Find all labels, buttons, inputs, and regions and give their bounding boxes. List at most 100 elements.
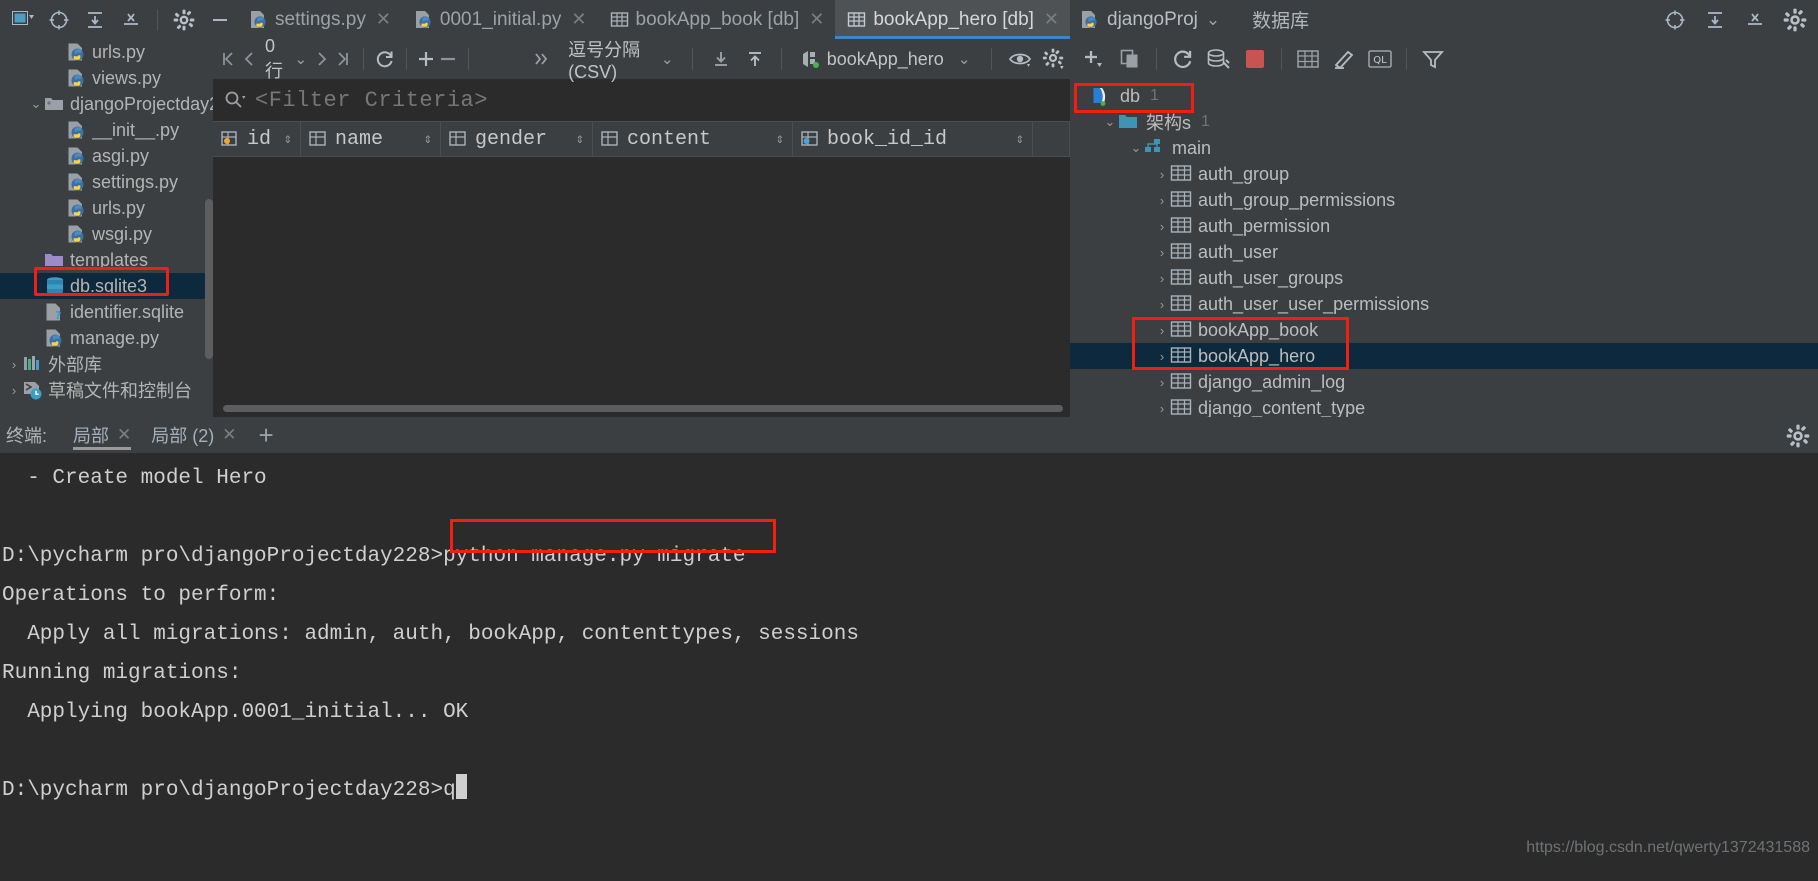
database-tree-item[interactable]: › auth_user_user_permissions	[1070, 291, 1818, 317]
sort-indicator-icon[interactable]: ⇕	[576, 131, 584, 148]
sort-indicator-icon[interactable]: ⇕	[776, 131, 784, 148]
refresh-icon[interactable]	[1167, 43, 1199, 75]
project-tree-item[interactable]: settings.py	[0, 169, 213, 195]
terminal-tab-local-2[interactable]: 局部 (2) ✕	[141, 417, 246, 453]
project-tree-item[interactable]: manage.py	[0, 325, 213, 351]
editor-tab-bookapp-book-db[interactable]: bookApp_book [db] ✕	[598, 0, 836, 39]
editor-tab-bookapp-hero-db[interactable]: bookApp_hero [db] ✕	[835, 0, 1071, 39]
close-icon[interactable]: ✕	[117, 425, 131, 445]
chevrons-right-icon[interactable]	[531, 44, 551, 74]
project-tree-item[interactable]: wsgi.py	[0, 221, 213, 247]
settings-gear-icon[interactable]	[167, 3, 201, 37]
project-tree-item[interactable]: ? identifier.sqlite	[0, 299, 213, 325]
project-tree-item[interactable]: › 草稿文件和控制台	[0, 377, 213, 403]
collapse-panel-icon[interactable]	[1738, 3, 1772, 37]
chevron-down-icon[interactable]: ⌄	[292, 50, 311, 68]
next-page-icon[interactable]	[312, 44, 332, 74]
search-everywhere-icon[interactable]	[1658, 3, 1692, 37]
datasource-label[interactable]: bookApp_hero	[824, 49, 947, 70]
settings-gear-icon[interactable]	[1778, 3, 1812, 37]
gear-icon[interactable]	[1042, 44, 1064, 74]
database-tree-item[interactable]: › auth_permission	[1070, 213, 1818, 239]
close-icon[interactable]: ✕	[222, 425, 236, 445]
close-icon[interactable]: ✕	[809, 9, 824, 30]
grid-column-header[interactable]: name ⇕	[301, 122, 441, 156]
terminal-tab-local[interactable]: 局部 ✕	[63, 417, 141, 453]
project-tree-item[interactable]: urls.py	[0, 195, 213, 221]
database-tree-item[interactable]: › auth_group	[1070, 161, 1818, 187]
terminal-settings-gear-icon[interactable]	[1786, 424, 1810, 453]
grid-column-header[interactable]: book_id_id ⇕	[793, 122, 1033, 156]
add-terminal-tab-icon[interactable]: +	[247, 420, 286, 451]
filter-icon[interactable]	[1417, 43, 1449, 75]
database-tree-item[interactable]: › django_admin_log	[1070, 369, 1818, 395]
project-tree-item[interactable]: urls.py	[0, 39, 213, 65]
close-icon[interactable]: ✕	[571, 9, 586, 30]
chevron-right-icon[interactable]: ›	[1154, 401, 1170, 416]
project-tree-item[interactable]: db.sqlite3	[0, 273, 213, 299]
run-configuration-selector[interactable]: djangoProj ⌄	[1070, 0, 1230, 39]
chevron-down-icon[interactable]: ⌄	[28, 96, 44, 112]
sort-indicator-icon[interactable]: ⇕	[1016, 131, 1024, 148]
last-page-icon[interactable]	[334, 44, 354, 74]
modify-icon[interactable]	[1328, 43, 1360, 75]
prev-page-icon[interactable]	[241, 44, 261, 74]
project-view-icon[interactable]	[6, 3, 40, 37]
expand-panel-icon[interactable]	[1698, 3, 1732, 37]
database-tree-item[interactable]: › bookApp_book	[1070, 317, 1818, 343]
download-icon[interactable]	[711, 44, 731, 74]
chevron-right-icon[interactable]: ›	[1154, 349, 1170, 364]
chevron-right-icon[interactable]: ›	[1154, 193, 1170, 208]
upload-icon[interactable]	[745, 44, 765, 74]
project-tree-item[interactable]: templates	[0, 247, 213, 273]
grid-column-header[interactable]: content ⇕	[593, 122, 793, 156]
expand-all-icon[interactable]	[78, 3, 112, 37]
grid-horizontal-scrollbar[interactable]	[223, 405, 1063, 412]
add-datasource-icon[interactable]	[1078, 43, 1110, 75]
editor-tab-0001-initial-py[interactable]: 0001_initial.py ✕	[402, 0, 598, 39]
chevron-down-icon[interactable]: ⌄	[955, 50, 974, 68]
first-page-icon[interactable]	[219, 44, 239, 74]
project-tree-item[interactable]: asgi.py	[0, 143, 213, 169]
database-tree-item[interactable]: › auth_group_permissions	[1070, 187, 1818, 213]
database-tree-item[interactable]: › auth_user_groups	[1070, 265, 1818, 291]
sort-indicator-icon[interactable]: ⇕	[424, 131, 432, 148]
chevron-right-icon[interactable]: ›	[1154, 375, 1170, 390]
data-grid-body[interactable]	[213, 157, 1070, 373]
chevron-right-icon[interactable]: ›	[1154, 167, 1170, 182]
chevron-right-icon[interactable]: ›	[1154, 245, 1170, 260]
chevron-down-icon[interactable]: ⌄	[1206, 10, 1220, 30]
close-icon[interactable]: ✕	[1044, 9, 1059, 30]
editor-tab-settings-py[interactable]: settings.py ✕	[237, 0, 402, 39]
collapse-all-icon[interactable]	[114, 3, 148, 37]
close-icon[interactable]: ✕	[376, 9, 391, 30]
query-console-icon[interactable]: QL	[1364, 43, 1396, 75]
chevron-down-icon[interactable]: ⌄	[1128, 140, 1144, 156]
chevron-right-icon[interactable]: ›	[1154, 323, 1170, 338]
export-format-label[interactable]: 逗号分隔(CSV)	[565, 36, 650, 83]
project-tree-item[interactable]: ⌄ djangoProjectday2	[0, 91, 213, 117]
add-row-icon[interactable]	[416, 44, 436, 74]
chevron-right-icon[interactable]: ›	[6, 383, 22, 398]
eye-icon[interactable]	[1008, 44, 1032, 74]
stop-icon[interactable]	[1239, 43, 1271, 75]
hide-panel-icon[interactable]	[203, 3, 237, 37]
database-tree-item[interactable]: ⌄ main	[1070, 135, 1818, 161]
project-vertical-scrollbar[interactable]	[205, 199, 213, 359]
table-editor-icon[interactable]	[1292, 43, 1324, 75]
chevron-right-icon[interactable]: ›	[1154, 297, 1170, 312]
terminal-output[interactable]: - Create model Hero D:\pycharm pro\djang…	[0, 453, 1818, 881]
database-tree-item[interactable]: › auth_user	[1070, 239, 1818, 265]
locate-target-icon[interactable]	[42, 3, 76, 37]
db-tools-icon[interactable]	[1203, 43, 1235, 75]
reload-icon[interactable]	[374, 44, 396, 74]
grid-column-header[interactable]: gender ⇕	[441, 122, 593, 156]
grid-column-header[interactable]: id ⇕	[213, 122, 301, 156]
chevron-right-icon[interactable]: ›	[1154, 271, 1170, 286]
chevron-down-icon[interactable]: ⌄	[658, 50, 677, 68]
project-tree-item[interactable]: __init__.py	[0, 117, 213, 143]
database-tree-item[interactable]: db 1	[1070, 83, 1818, 109]
remove-row-icon[interactable]	[438, 44, 458, 74]
chevron-down-icon[interactable]: ⌄	[1102, 114, 1118, 130]
chevron-right-icon[interactable]: ›	[1154, 219, 1170, 234]
